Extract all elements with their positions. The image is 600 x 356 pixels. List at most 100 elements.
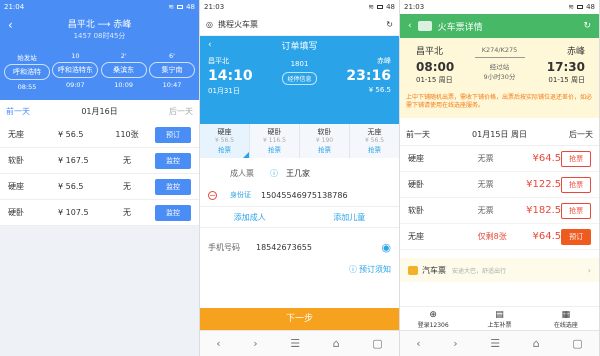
- seat-price: ¥64.5: [532, 231, 562, 242]
- seat-count: 无: [123, 182, 131, 191]
- add-passenger-bar: 添加成人 添加儿童: [200, 206, 399, 228]
- seat-option[interactable]: 硬座 ¥ 56.5 抢票: [200, 124, 250, 158]
- screen-ticket-detail: 21:03 ≋ 48 ‹ 火车票详情 ↻ 昌平北 08:00 01-15 周日 K27…: [400, 0, 600, 356]
- forward-nav-icon[interactable]: ›: [453, 337, 457, 350]
- seat-price: ¥122.5: [526, 179, 562, 190]
- train-logo-icon: [417, 21, 432, 31]
- seat-availability: 无票: [477, 154, 494, 163]
- status-time: 21:03: [204, 3, 225, 11]
- notice-row: ⓘ 预订须知: [208, 258, 391, 280]
- next-day-link[interactable]: 后一天: [569, 129, 593, 140]
- page-header: ‹ 火车票详情 ↻: [400, 14, 599, 38]
- station-item[interactable]: 始发站 呼和浩特 08:55: [4, 52, 50, 91]
- stop-info-button[interactable]: 经停信息: [282, 72, 317, 85]
- seat-option[interactable]: 无座 ¥ 56.5 抢票: [350, 124, 399, 158]
- seat-type: 硬座: [408, 154, 424, 163]
- remove-passenger-icon[interactable]: −: [208, 190, 217, 200]
- reload-icon[interactable]: ↻: [386, 20, 393, 29]
- back-icon[interactable]: ‹: [408, 21, 412, 31]
- add-child-button[interactable]: 添加儿童: [300, 212, 400, 223]
- grab-ticket-button[interactable]: 抢票: [561, 176, 591, 193]
- current-date[interactable]: 01月16日: [81, 106, 117, 117]
- battery-level: 48: [586, 3, 595, 11]
- refresh-icon[interactable]: ↻: [583, 21, 591, 31]
- home-icon[interactable]: ⌂: [333, 337, 340, 350]
- seat-row: 硬座 ¥ 56.5 无 监控: [0, 174, 199, 200]
- seat-row: 软卧 无票 ¥182.5 抢票: [400, 198, 599, 224]
- tab-seat-select[interactable]: ▦ 在线选座: [533, 307, 599, 330]
- seat-price: ¥ 56.5: [214, 137, 235, 144]
- info-icon: ⓘ: [349, 264, 357, 274]
- phone-input[interactable]: 18542673655: [256, 243, 312, 252]
- station-stop: 10: [71, 52, 80, 60]
- seat-price: ¥182.5: [526, 205, 562, 216]
- monitor-button[interactable]: 监控: [155, 178, 191, 195]
- to-station: 赤峰: [566, 47, 585, 57]
- station-stop: 2': [120, 52, 127, 60]
- tab-onboard-ticket[interactable]: ▤ 上车补票: [466, 307, 532, 330]
- back-nav-icon[interactable]: ‹: [416, 337, 420, 350]
- forward-nav-icon[interactable]: ›: [253, 337, 257, 350]
- date-switcher: 前一天 01月16日 后一天: [0, 100, 199, 122]
- tab-login-12306[interactable]: ⊕ 登录12306: [400, 307, 466, 330]
- id-type-select[interactable]: 身份证: [230, 190, 251, 200]
- seat-option[interactable]: 硬卧 ¥ 116.5 抢票: [250, 124, 300, 158]
- help-icon[interactable]: ⓘ: [270, 168, 278, 179]
- url-text: 携程火车票: [217, 20, 258, 29]
- bus-icon: [408, 265, 418, 275]
- menu-icon[interactable]: ☰: [290, 337, 300, 350]
- seat-price: ¥ 116.5: [263, 137, 286, 144]
- station-item[interactable]: 2' 桑滨东 10:09: [100, 52, 147, 91]
- grab-ticket-button[interactable]: 抢票: [561, 202, 591, 219]
- seat-option[interactable]: 软卧 ¥ 190 抢票: [300, 124, 350, 158]
- seat-list: 无座 ¥ 56.5 110张 预订 软卧 ¥ 167.5 无监控 硬座 ¥ 56.5 无监控 …: [0, 122, 199, 226]
- next-step-button[interactable]: 下一步: [200, 308, 399, 330]
- station-item[interactable]: 6' 集宁南 10:47: [148, 52, 195, 91]
- tabs-icon[interactable]: ▢: [572, 337, 582, 350]
- prev-day-link[interactable]: 前一天: [406, 129, 430, 140]
- bus-ticket-banner[interactable]: 汽车票 安途大巴，舒适出行 ›: [400, 258, 599, 282]
- to-station: 赤峰: [377, 57, 391, 65]
- next-day-link[interactable]: 后一天: [169, 106, 193, 117]
- wifi-icon: ≋: [168, 3, 175, 11]
- seat-list: 硬座 无票 ¥64.5 抢票 硬卧 无票 ¥122.5 抢票 软卧 无票 ¥182.5 抢票 无座…: [400, 146, 599, 250]
- tabs-icon[interactable]: ▢: [372, 337, 382, 350]
- bus-title: 汽车票: [422, 265, 446, 275]
- booking-notice-link[interactable]: 预订须知: [359, 264, 391, 275]
- grab-ticket-button[interactable]: 抢票: [561, 150, 591, 167]
- arrival-time: 17:30: [546, 60, 585, 74]
- status-bar: 21:04 ≋ 48: [0, 0, 199, 14]
- seat-price: ¥ 107.5: [58, 208, 89, 217]
- station-item[interactable]: 10 呼和浩特东 09:07: [52, 52, 99, 91]
- id-number[interactable]: 15045546975138786: [261, 191, 348, 200]
- ticket-summary: 昌平北 08:00 01-15 周日 K274/K275 经过站 9小时30分 赤峰 17…: [400, 38, 599, 118]
- current-date[interactable]: 01月15日 周日: [472, 129, 527, 140]
- status-bar: 21:03 ≋ 48: [400, 0, 599, 14]
- station-name: 呼和浩特东: [52, 62, 99, 78]
- prev-day-link[interactable]: 前一天: [6, 106, 30, 117]
- seat-type: 无座: [408, 232, 424, 241]
- book-button[interactable]: 预订: [155, 126, 191, 143]
- browser-nav-bar: ‹ › ☰ ⌂ ▢: [200, 330, 399, 356]
- grab-label: 抢票: [368, 146, 381, 154]
- passenger-name[interactable]: 王几家: [286, 168, 310, 179]
- station-time: 09:07: [65, 81, 85, 89]
- seat-type: 硬卧: [408, 180, 424, 189]
- seat-count: 110张: [115, 130, 139, 139]
- seat-type: 硬卧: [8, 208, 24, 217]
- contact-icon[interactable]: ◉: [381, 241, 391, 254]
- seat-availability: 无票: [477, 180, 494, 189]
- back-nav-icon[interactable]: ‹: [216, 337, 220, 350]
- chevron-right-icon: ›: [587, 265, 591, 275]
- add-adult-button[interactable]: 添加成人: [200, 212, 300, 223]
- home-icon[interactable]: ⌂: [533, 337, 540, 350]
- departure-date: 01月31日: [208, 87, 240, 95]
- monitor-button[interactable]: 监控: [155, 152, 191, 169]
- monitor-button[interactable]: 监控: [155, 204, 191, 221]
- menu-icon[interactable]: ☰: [490, 337, 500, 350]
- book-button[interactable]: 预订: [561, 228, 591, 245]
- back-icon[interactable]: ‹: [208, 40, 212, 50]
- browser-url-bar[interactable]: ◎ 携程火车票 ↻: [200, 14, 399, 36]
- seat-type: 软卧: [408, 206, 424, 215]
- tab-label: 登录12306: [417, 322, 449, 329]
